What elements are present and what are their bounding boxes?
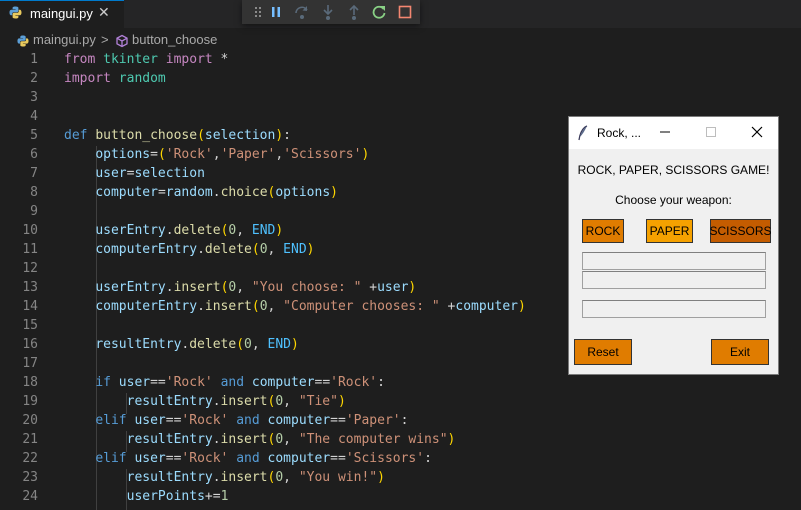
- game-heading: ROCK, PAPER, SCISSORS GAME!: [577, 163, 770, 177]
- code-text: options=('Rock','Paper','Scissors'): [95, 147, 370, 162]
- python-file-icon: [17, 35, 29, 47]
- breadcrumb-separator: >: [101, 32, 109, 47]
- choose-weapon-label: Choose your weapon:: [615, 193, 732, 207]
- minimize-icon[interactable]: [655, 122, 675, 142]
- code-line[interactable]: 1 from tkinter import *: [0, 50, 801, 69]
- line-number: 8: [30, 185, 38, 200]
- line-number: 20: [22, 413, 38, 428]
- computer-entry[interactable]: [582, 271, 766, 289]
- code-text: userPoints+=1: [126, 489, 229, 504]
- breadcrumb-file[interactable]: maingui.py: [33, 32, 96, 47]
- paper-button[interactable]: PAPER: [646, 219, 693, 243]
- close-icon[interactable]: [747, 122, 767, 142]
- line-number: 23: [22, 470, 38, 485]
- code-line[interactable]: 18 if user=='Rock' and computer=='Rock':: [0, 373, 801, 392]
- line-number: 18: [22, 375, 38, 390]
- user-entry[interactable]: [582, 252, 766, 270]
- pause-icon[interactable]: [266, 2, 286, 22]
- line-number: 19: [22, 394, 38, 409]
- code-text: resultEntry.insert(0, "Tie"): [126, 394, 346, 409]
- code-text: user=selection: [95, 166, 205, 181]
- code-text: resultEntry.delete(0, END): [95, 337, 299, 352]
- code-line[interactable]: 2 import random: [0, 69, 801, 88]
- step-over-icon[interactable]: [292, 2, 312, 22]
- debug-toolbar: [242, 0, 420, 24]
- line-number: 5: [30, 128, 38, 143]
- code-text: elif user=='Rock' and computer=='Scissor…: [95, 451, 432, 466]
- result-entry[interactable]: [582, 300, 766, 318]
- line-number: 17: [22, 356, 38, 371]
- code-line[interactable]: 3: [0, 88, 801, 107]
- close-icon[interactable]: ✕: [98, 5, 110, 21]
- line-number: 4: [30, 109, 38, 124]
- code-line[interactable]: 20 elif user=='Rock' and computer=='Pape…: [0, 411, 801, 430]
- code-text: computerEntry.insert(0, "Computer choose…: [95, 299, 526, 314]
- line-number: 24: [22, 489, 38, 504]
- tk-window-title: Rock, ...: [597, 126, 642, 140]
- code-text: import random: [64, 71, 166, 86]
- line-number: 6: [30, 147, 38, 162]
- line-number: 21: [22, 432, 38, 447]
- tk-title-bar: Rock, ...: [569, 117, 778, 149]
- line-number: 16: [22, 337, 38, 352]
- line-number: 9: [30, 204, 38, 219]
- line-number: 14: [22, 299, 38, 314]
- line-number: 10: [22, 223, 38, 238]
- code-text: from tkinter import *: [64, 52, 229, 67]
- line-number: 3: [30, 90, 38, 105]
- code-text: def button_choose(selection):: [64, 128, 291, 143]
- stop-icon[interactable]: [395, 2, 415, 22]
- exit-button[interactable]: Exit: [711, 339, 769, 365]
- editor-tab-maingui[interactable]: maingui.py ✕: [0, 0, 124, 28]
- tk-app-window: Rock, ... ROCK, PAPER, SCISSORS GAME! Ch…: [568, 116, 779, 375]
- code-text: resultEntry.insert(0, "The computer wins…: [126, 432, 456, 447]
- line-number: 11: [22, 242, 38, 257]
- line-number: 12: [22, 261, 38, 276]
- reset-button[interactable]: Reset: [574, 339, 632, 365]
- maximize-icon[interactable]: [701, 122, 721, 142]
- code-text: resultEntry.insert(0, "You win!"): [126, 470, 385, 485]
- rock-button[interactable]: ROCK: [582, 219, 624, 243]
- step-into-icon[interactable]: [318, 2, 338, 22]
- step-out-icon[interactable]: [344, 2, 364, 22]
- breadcrumb: maingui.py > button_choose: [0, 30, 801, 52]
- code-text: computer=random.choice(options): [95, 185, 338, 200]
- line-number: 22: [22, 451, 38, 466]
- line-number: 15: [22, 318, 38, 333]
- restart-icon[interactable]: [369, 2, 389, 22]
- code-line[interactable]: 22 elif user=='Rock' and computer=='Scis…: [0, 449, 801, 468]
- scissors-button[interactable]: SCISSORS: [710, 219, 772, 243]
- python-file-icon: [9, 6, 22, 19]
- code-line[interactable]: 24 userPoints+=1: [0, 487, 801, 506]
- code-text: if user=='Rock' and computer=='Rock':: [95, 375, 385, 390]
- tab-filename: maingui.py: [30, 6, 93, 21]
- code-text: userEntry.insert(0, "You choose: " +user…: [95, 280, 417, 295]
- code-text: userEntry.delete(0, END): [95, 223, 284, 238]
- feather-icon: [578, 125, 588, 141]
- code-line[interactable]: 19 resultEntry.insert(0, "Tie"): [0, 392, 801, 411]
- code-line[interactable]: 23 resultEntry.insert(0, "You win!"): [0, 468, 801, 487]
- code-text: computerEntry.delete(0, END): [95, 242, 315, 257]
- method-symbol-icon: [116, 34, 128, 48]
- line-number: 13: [22, 280, 38, 295]
- line-number: 7: [30, 166, 38, 181]
- breadcrumb-symbol[interactable]: button_choose: [132, 32, 217, 47]
- line-number: 1: [30, 52, 38, 67]
- gripper-icon[interactable]: [248, 2, 268, 22]
- line-number: 2: [30, 71, 38, 86]
- code-text: elif user=='Rock' and computer=='Paper':: [95, 413, 409, 428]
- code-line[interactable]: 21 resultEntry.insert(0, "The computer w…: [0, 430, 801, 449]
